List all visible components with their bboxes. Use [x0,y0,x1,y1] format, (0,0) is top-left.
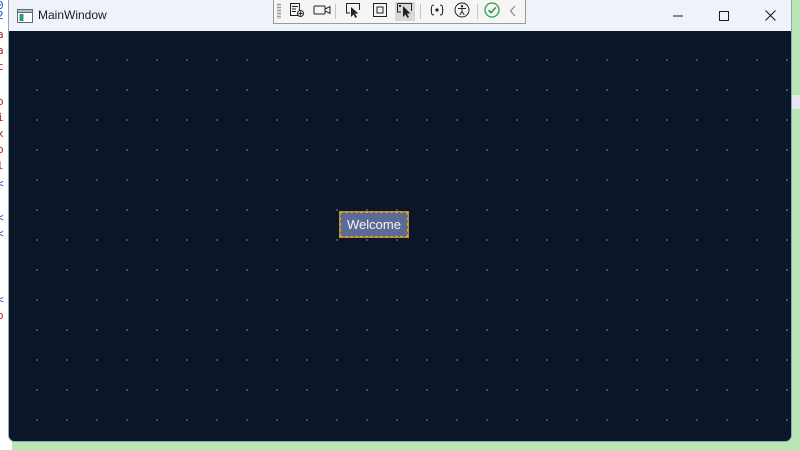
close-button[interactable] [747,0,791,31]
screenshot-button[interactable] [312,2,332,21]
accessibility-icon [454,2,470,22]
display-layout-adorners-button[interactable] [370,2,390,21]
close-icon [764,6,776,25]
xaml-debug-toolbar [273,0,526,24]
display-layout-adorners-icon [372,2,388,22]
check-circle-icon [484,1,500,22]
background-editor-highlight [792,95,800,109]
select-element-button[interactable] [343,2,363,21]
minimize-icon [673,6,683,25]
track-focused-element-button[interactable] [395,2,415,21]
maximize-icon [719,6,729,25]
toolbar-separator [335,4,336,19]
main-window: MainWindow Welcome [8,0,792,442]
accessibility-checker-button[interactable] [452,2,472,21]
live-visual-tree-button[interactable] [287,2,307,21]
collapse-toolbar-button[interactable] [506,2,520,21]
toolbar-separator [420,4,421,19]
live-visual-tree-icon [289,2,305,22]
hot-reload-status-button[interactable] [482,1,502,22]
binding-failures-icon [429,2,445,22]
collapse-chevron-icon [509,2,517,21]
minimize-button[interactable] [655,0,701,31]
camera-icon [313,2,331,21]
window-icon [17,8,33,23]
welcome-button[interactable]: Welcome [339,211,409,238]
toolbar-separator [477,4,478,19]
track-focused-element-icon [396,2,414,22]
binding-failures-button[interactable] [427,2,447,21]
maximize-button[interactable] [701,0,747,31]
window-content-area: Welcome [9,31,791,441]
toolbar-grip-handle[interactable] [277,3,281,19]
window-title: MainWindow [38,8,107,22]
select-element-icon [345,2,361,22]
